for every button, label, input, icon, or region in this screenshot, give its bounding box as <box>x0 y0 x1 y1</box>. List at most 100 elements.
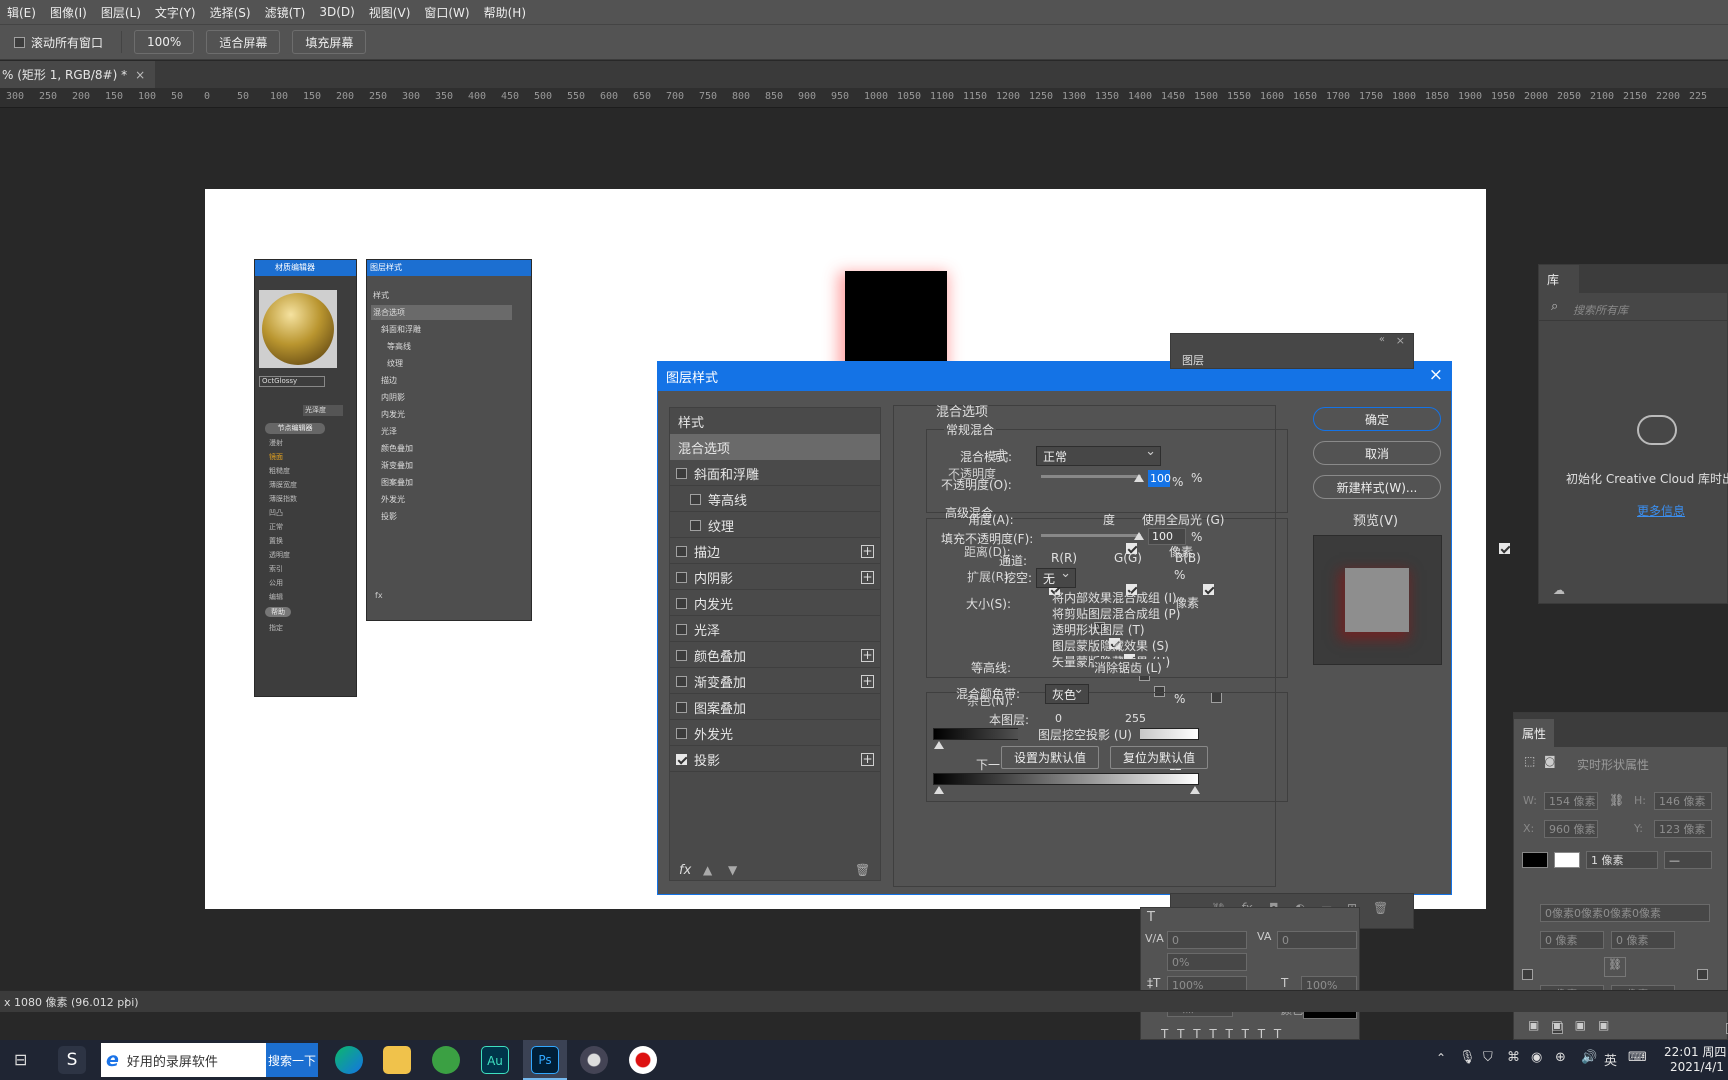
set-default-button[interactable]: 设置为默认值 <box>1001 746 1099 769</box>
record-icon[interactable] <box>629 1046 657 1074</box>
style-checkbox[interactable] <box>676 675 687 687</box>
preview-checkbox[interactable] <box>1499 543 1511 554</box>
style-checkbox[interactable] <box>676 623 687 635</box>
cloud-sync-icon[interactable]: ☁ <box>1553 583 1565 597</box>
edge-icon[interactable] <box>335 1046 363 1074</box>
style-checkbox[interactable] <box>690 519 701 531</box>
photoshop-taskbar-item[interactable]: Ps <box>523 1040 567 1080</box>
zoom-field[interactable]: 100% <box>134 30 195 54</box>
add-effect-icon[interactable]: + <box>861 674 874 688</box>
style-item[interactable]: 光泽 <box>670 616 880 642</box>
corner-radius-field[interactable]: 0像素0像素0像素0像素 <box>1540 904 1710 922</box>
corner-checkbox[interactable] <box>1522 969 1533 980</box>
add-effect-icon[interactable]: + <box>861 544 874 558</box>
y-field[interactable]: 123 像素 <box>1654 820 1712 838</box>
close-icon[interactable]: × <box>135 68 145 82</box>
taskbar-search-box[interactable]: e 好用的录屏软件 <box>101 1043 266 1077</box>
underlying-gradient[interactable] <box>933 773 1199 785</box>
trash-icon[interactable]: 🗑 <box>1373 901 1388 915</box>
add-effect-icon[interactable]: + <box>861 570 874 584</box>
fx-icon[interactable]: fx <box>679 863 691 878</box>
language-indicator[interactable]: 英 <box>1604 1050 1617 1069</box>
fill-opacity-slider[interactable] <box>1041 534 1141 537</box>
menu-item[interactable]: 3D(D) <box>312 5 361 19</box>
more-info-link[interactable]: 更多信息 <box>1637 502 1685 519</box>
library-search[interactable]: ⌕ 搜索所有库 <box>1539 297 1728 321</box>
fill-swatch[interactable] <box>1522 852 1548 868</box>
x-field[interactable]: 960 像素 <box>1544 820 1598 838</box>
chevron-right-icon[interactable]: › <box>124 993 129 1007</box>
fill-opacity-slider-thumb[interactable] <box>1134 532 1144 540</box>
underlying-left-slider[interactable] <box>934 786 944 794</box>
style-item[interactable]: 斜面和浮雕 <box>670 460 880 486</box>
trash-icon[interactable]: 🗑 <box>855 863 870 877</box>
menu-item[interactable]: 文字(Y) <box>148 4 203 21</box>
style-item[interactable]: 内阴影 + <box>670 564 880 590</box>
opacity-slider-thumb[interactable] <box>1134 474 1144 482</box>
this-layer-left-slider[interactable] <box>934 741 944 749</box>
add-effect-icon[interactable]: + <box>861 752 874 766</box>
fit-screen-button[interactable]: 适合屏幕 <box>206 30 281 54</box>
cancel-button[interactable]: 取消 <box>1313 441 1441 465</box>
move-up-icon[interactable]: ▲ <box>703 863 712 877</box>
document-tab[interactable]: % (矩形 1, RGB/8#) * × <box>0 61 156 88</box>
style-checkbox[interactable] <box>676 701 687 713</box>
height-field[interactable]: 146 像素 <box>1654 792 1712 810</box>
style-item[interactable]: 投影 + <box>670 746 880 772</box>
clock-time[interactable]: 22:01 周四 <box>1664 1043 1726 1060</box>
volume-icon[interactable]: 🔊 <box>1581 1050 1597 1065</box>
keyboard-icon[interactable]: ⌨ <box>1628 1050 1647 1065</box>
camera-icon[interactable]: ◉ <box>1531 1050 1542 1065</box>
style-checkbox[interactable] <box>676 571 687 583</box>
scale-field[interactable]: 0% <box>1167 953 1247 971</box>
menu-item[interactable]: 选择(S) <box>203 4 258 21</box>
clock-date[interactable]: 2021/4/1 <box>1670 1060 1724 1074</box>
app-s-icon[interactable]: S <box>58 1046 86 1074</box>
blend-mode-select[interactable]: 正常 <box>1036 444 1161 466</box>
reset-default-button[interactable]: 复位为默认值 <box>1110 746 1208 769</box>
library-tab[interactable]: 库 <box>1539 265 1579 293</box>
menu-item[interactable]: 视图(V) <box>362 4 418 21</box>
stroke-swatch[interactable] <box>1554 852 1580 868</box>
corner-checkbox[interactable] <box>1696 969 1708 980</box>
move-down-icon[interactable]: ▼ <box>728 863 737 877</box>
browser-icon[interactable] <box>432 1046 460 1074</box>
menu-item[interactable]: 图像(I) <box>43 4 94 21</box>
task-view-icon[interactable]: ⊟ <box>14 1050 27 1069</box>
new-style-button[interactable]: 新建样式(W)... <box>1313 475 1441 499</box>
style-item[interactable]: 等高线 <box>670 486 880 512</box>
audition-icon[interactable]: Au <box>481 1046 509 1074</box>
file-explorer-icon[interactable] <box>383 1046 411 1074</box>
style-checkbox[interactable] <box>676 467 687 479</box>
microphone-icon[interactable]: 🎙 <box>1459 1050 1476 1065</box>
ok-button[interactable]: 确定 <box>1313 407 1441 431</box>
style-checkbox[interactable] <box>676 727 687 739</box>
opacity-slider[interactable] <box>1041 475 1141 478</box>
menu-item[interactable]: 帮助(H) <box>477 4 533 21</box>
style-checkbox[interactable] <box>676 753 687 765</box>
blend-if-select[interactable]: 灰色 <box>1045 682 1089 704</box>
menu-item[interactable]: 窗口(W) <box>417 4 476 21</box>
style-checkbox[interactable] <box>676 545 687 557</box>
scroll-all-checkbox[interactable] <box>14 36 25 48</box>
stroke-width-field[interactable]: 1 像素 <box>1586 851 1658 869</box>
knockout-select[interactable]: 无 <box>1036 566 1076 588</box>
cinema4d-icon[interactable] <box>580 1046 608 1074</box>
taskbar-search-button[interactable]: 搜索一下 <box>266 1043 318 1077</box>
ime-icon[interactable]: ⊕ <box>1555 1050 1566 1065</box>
shield-icon[interactable]: ⛉ <box>1483 1050 1493 1065</box>
corner-1[interactable]: 0 像素 <box>1540 931 1604 949</box>
close-icon[interactable]: × <box>1429 365 1443 385</box>
style-item[interactable]: 外发光 <box>670 720 880 746</box>
chevron-up-icon[interactable]: ⌃ <box>1436 1051 1446 1065</box>
tracking-field[interactable]: 0 <box>1277 931 1357 949</box>
style-checkbox[interactable] <box>676 649 687 661</box>
width-field[interactable]: 154 像素 <box>1544 792 1598 810</box>
path-ops-icons[interactable]: ▣▣▣▣ <box>1528 1018 1621 1032</box>
style-item[interactable]: 纹理 <box>670 512 880 538</box>
underlying-right-slider[interactable] <box>1190 786 1200 794</box>
style-item[interactable]: 描边 + <box>670 538 880 564</box>
menu-item[interactable]: 滤镜(T) <box>258 4 313 21</box>
link-icon[interactable]: ⛓ <box>1604 957 1626 977</box>
text-style-icons[interactable]: TTTTTTTT <box>1161 1027 1290 1041</box>
